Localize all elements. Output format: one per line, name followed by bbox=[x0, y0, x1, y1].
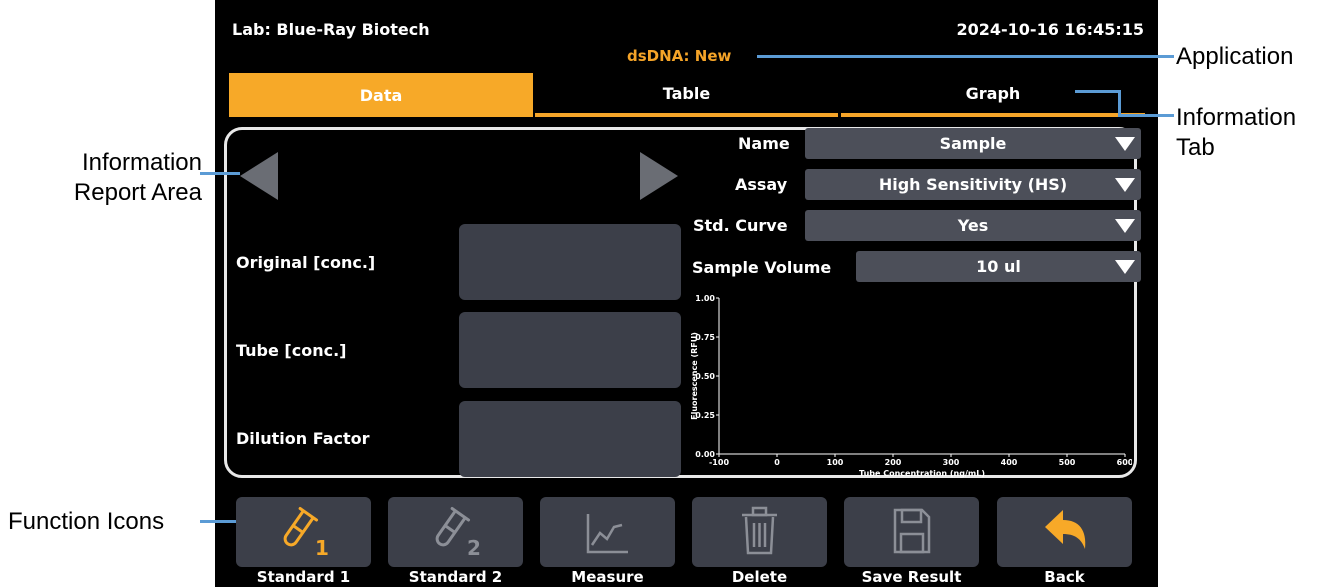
svg-text:1: 1 bbox=[315, 536, 329, 560]
chevron-down-icon bbox=[1115, 219, 1135, 233]
y-axis-label: Fluorescence (RFU) bbox=[690, 332, 699, 420]
x-tick-label: 600 bbox=[1117, 458, 1132, 467]
standard-2-label: Standard 2 bbox=[408, 568, 503, 586]
device-screen: Lab: Blue-Ray Biotech 2024-10-16 16:45:1… bbox=[215, 0, 1158, 587]
y-tick-label: 1.00 bbox=[695, 294, 715, 303]
standard-curve-chart: 0.000.250.500.751.00-100 0 100 200 300 400 500… bbox=[690, 294, 1132, 478]
chevron-down-icon bbox=[1115, 178, 1135, 192]
test-tube-1-icon: 1 bbox=[283, 507, 329, 560]
svg-text:2: 2 bbox=[467, 536, 481, 560]
annotation-report-line bbox=[200, 172, 240, 175]
std-curve-label: Std. Curve bbox=[693, 216, 788, 235]
annotation-function-line bbox=[200, 520, 236, 523]
std-curve-dropdown[interactable]: Yes bbox=[805, 210, 1141, 241]
std-curve-value: Yes bbox=[957, 216, 989, 235]
back-button[interactable] bbox=[997, 497, 1132, 567]
test-tube-2-icon: 2 bbox=[435, 507, 481, 560]
x-tick-label: 200 bbox=[885, 458, 902, 467]
tube-conc-value bbox=[459, 312, 681, 388]
dilution-factor-label: Dilution Factor bbox=[236, 429, 370, 448]
assay-value: High Sensitivity (HS) bbox=[878, 175, 1068, 194]
standard-1-button[interactable]: 1 bbox=[236, 497, 371, 567]
trash-icon bbox=[742, 506, 777, 555]
sample-volume-label: Sample Volume bbox=[692, 258, 832, 277]
x-tick-label: 100 bbox=[827, 458, 844, 467]
name-dropdown[interactable]: Sample bbox=[805, 128, 1141, 159]
sample-volume-dropdown[interactable]: 10 ul bbox=[856, 251, 1141, 282]
measure-label: Measure bbox=[571, 568, 644, 586]
datetime: 2024-10-16 16:45:15 bbox=[956, 20, 1144, 39]
measure-button[interactable] bbox=[540, 497, 675, 567]
x-tick-label: 400 bbox=[1001, 458, 1018, 467]
annotation-application-line bbox=[757, 55, 1174, 58]
chevron-down-icon bbox=[1115, 260, 1135, 274]
dilution-factor-value bbox=[459, 401, 681, 477]
annotation-tab-line-c bbox=[1118, 114, 1174, 117]
annotation-information-tab: Information Tab bbox=[1176, 104, 1297, 161]
x-tick-label: 300 bbox=[943, 458, 960, 467]
annotation-tab-line-a bbox=[1075, 90, 1121, 93]
name-value: Sample bbox=[939, 134, 1007, 153]
chevron-down-icon bbox=[1115, 137, 1135, 151]
assay-dropdown[interactable]: High Sensitivity (HS) bbox=[805, 169, 1141, 200]
assay-label: Assay bbox=[735, 175, 788, 194]
application-title: dsDNA: New bbox=[627, 47, 732, 65]
tube-conc-label: Tube [conc.] bbox=[236, 341, 347, 360]
back-arrow-icon bbox=[1045, 510, 1086, 549]
x-tick-label: -100 bbox=[709, 458, 729, 467]
standard-2-button[interactable]: 2 bbox=[388, 497, 523, 567]
name-label: Name bbox=[738, 134, 790, 153]
next-arrow-icon[interactable] bbox=[636, 150, 680, 202]
original-conc-label: Original [conc.] bbox=[236, 253, 376, 272]
x-tick-label: 500 bbox=[1059, 458, 1076, 467]
original-conc-value bbox=[459, 224, 681, 300]
sample-volume-value: 10 ul bbox=[976, 257, 1021, 276]
tab-data[interactable]: Data bbox=[229, 73, 533, 117]
standard-1-label: Standard 1 bbox=[256, 568, 351, 586]
save-result-button[interactable] bbox=[844, 497, 979, 567]
lab-name: Lab: Blue-Ray Biotech bbox=[232, 20, 430, 39]
x-tick-label: 0 bbox=[774, 458, 780, 467]
delete-button[interactable] bbox=[692, 497, 827, 567]
delete-label: Delete bbox=[731, 568, 788, 586]
annotation-report-area: Information Report Area bbox=[73, 149, 202, 206]
x-axis-label: Tube Concentration (ng/mL) bbox=[859, 469, 985, 478]
previous-arrow-icon[interactable] bbox=[238, 150, 282, 202]
tab-graph[interactable]: Graph bbox=[841, 73, 1145, 117]
line-graph-icon bbox=[586, 514, 628, 554]
annotation-application: Application bbox=[1176, 43, 1294, 70]
floppy-disk-icon bbox=[893, 508, 931, 554]
annotation-tab-line-b bbox=[1118, 90, 1121, 117]
annotation-function-icons: Function Icons bbox=[8, 508, 165, 535]
save-result-label: Save Result bbox=[861, 568, 962, 586]
tab-table[interactable]: Table bbox=[535, 73, 838, 117]
back-label: Back bbox=[1044, 568, 1085, 586]
